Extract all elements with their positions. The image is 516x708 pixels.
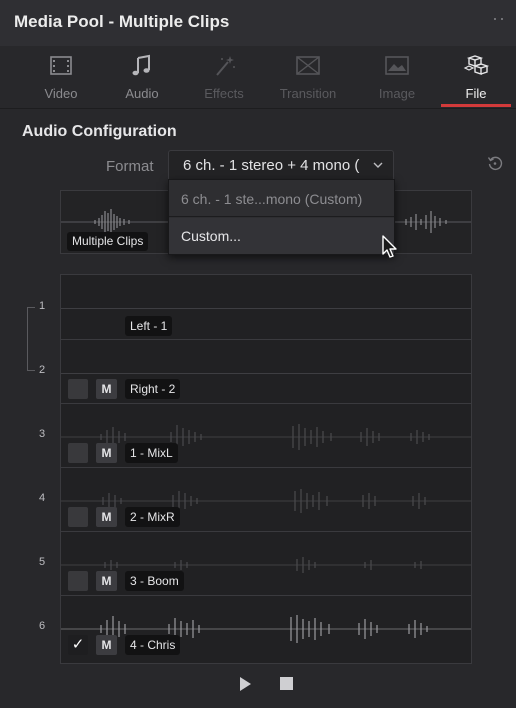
chevron-down-icon: [373, 162, 383, 168]
play-icon[interactable]: [240, 677, 251, 691]
format-value: 6 ch. - 1 stereo + 4 mono (: [183, 157, 360, 174]
mouse-cursor-icon: [382, 235, 397, 258]
tab-transition-label: Transition: [279, 86, 337, 101]
track-5-checkbox[interactable]: [68, 571, 88, 591]
panel-title: Media Pool - Multiple Clips: [14, 12, 230, 31]
format-label: Format: [106, 158, 154, 175]
track-6: ✓ M 4 - Chris: [61, 596, 471, 660]
track-1: Left - 1: [61, 275, 471, 340]
track-2-name: Right - 2: [125, 379, 181, 399]
clip-label: Multiple Clips: [67, 232, 149, 251]
track-4-waveform: [61, 489, 471, 513]
tab-audio-label: Audio: [125, 86, 159, 101]
dropdown-option-current[interactable]: 6 ch. - 1 ste...mono (Custom): [169, 181, 394, 217]
image-icon: [385, 56, 409, 75]
track-number-5: 5: [39, 556, 46, 568]
reset-icon[interactable]: [487, 155, 503, 171]
track-number-4: 4: [39, 492, 46, 504]
tab-transition[interactable]: Transition: [269, 46, 347, 108]
track-6-mute-button[interactable]: M: [96, 635, 117, 655]
tab-audio[interactable]: Audio: [103, 46, 181, 108]
track-3-name: 1 - MixL: [125, 443, 178, 463]
track-5-name: 3 - Boom: [125, 571, 184, 591]
track-5-mute-button[interactable]: M: [96, 571, 117, 591]
file-cubes-icon: [463, 55, 490, 75]
track-2: M Right - 2: [61, 340, 471, 404]
transport-controls: [0, 672, 516, 696]
stop-icon[interactable]: [280, 677, 293, 690]
magic-wand-icon: [216, 56, 235, 76]
stereo-link-bracket: [27, 307, 35, 371]
title-bar: Media Pool - Multiple Clips ··: [0, 0, 516, 47]
format-dropdown-menu: 6 ch. - 1 ste...mono (Custom) Custom...: [168, 179, 395, 255]
track-1-centerline: [61, 308, 471, 309]
track-3: M 1 - MixL: [61, 404, 471, 468]
track-4: M 2 - MixR: [61, 468, 471, 532]
track-list: Left - 1 M Right - 2 M 1 - MixL M 2 - Mi…: [60, 274, 472, 664]
track-6-name: 4 - Chris: [125, 635, 181, 655]
track-4-mute-button[interactable]: M: [96, 507, 117, 527]
track-number-2: 2: [39, 364, 46, 376]
track-6-waveform: [61, 615, 471, 643]
track-2-centerline: [61, 373, 471, 374]
film-icon: [50, 56, 72, 75]
dropdown-option-custom[interactable]: Custom...: [169, 218, 394, 254]
track-3-waveform: [61, 424, 471, 450]
track-number-1: 1: [39, 300, 46, 312]
track-number-6: 6: [39, 620, 46, 632]
track-3-checkbox[interactable]: [68, 443, 88, 463]
track-3-mute-button[interactable]: M: [96, 443, 117, 463]
track-2-checkbox[interactable]: [68, 379, 88, 399]
tab-file-label: File: [465, 86, 487, 101]
inspector-tabs: Video Audio Effects Transition Image Fil…: [0, 46, 516, 109]
track-number-3: 3: [39, 428, 46, 440]
track-1-name: Left - 1: [125, 316, 173, 336]
transition-icon: [296, 56, 320, 75]
format-select[interactable]: 6 ch. - 1 stereo + 4 mono (: [168, 150, 394, 182]
tab-video-label: Video: [44, 86, 78, 101]
track-6-checkbox[interactable]: ✓: [68, 635, 88, 655]
track-5-waveform: [61, 557, 471, 573]
track-5: M 3 - Boom: [61, 532, 471, 596]
tab-video[interactable]: Video: [22, 46, 100, 108]
tab-image-label: Image: [378, 86, 416, 101]
track-2-mute-button[interactable]: M: [96, 379, 117, 399]
section-title: Audio Configuration: [22, 123, 177, 140]
media-pool-panel: Media Pool - Multiple Clips ·· Video Aud…: [0, 0, 516, 708]
tab-file[interactable]: File: [437, 46, 515, 108]
tab-image[interactable]: Image: [358, 46, 436, 108]
track-4-checkbox[interactable]: [68, 507, 88, 527]
more-dots-icon[interactable]: ··: [492, 8, 506, 29]
music-note-icon: [132, 54, 150, 76]
tab-effects-label: Effects: [204, 86, 244, 101]
checkmark-icon: ✓: [71, 636, 85, 653]
tab-effects[interactable]: Effects: [185, 46, 263, 108]
track-4-name: 2 - MixR: [125, 507, 180, 527]
